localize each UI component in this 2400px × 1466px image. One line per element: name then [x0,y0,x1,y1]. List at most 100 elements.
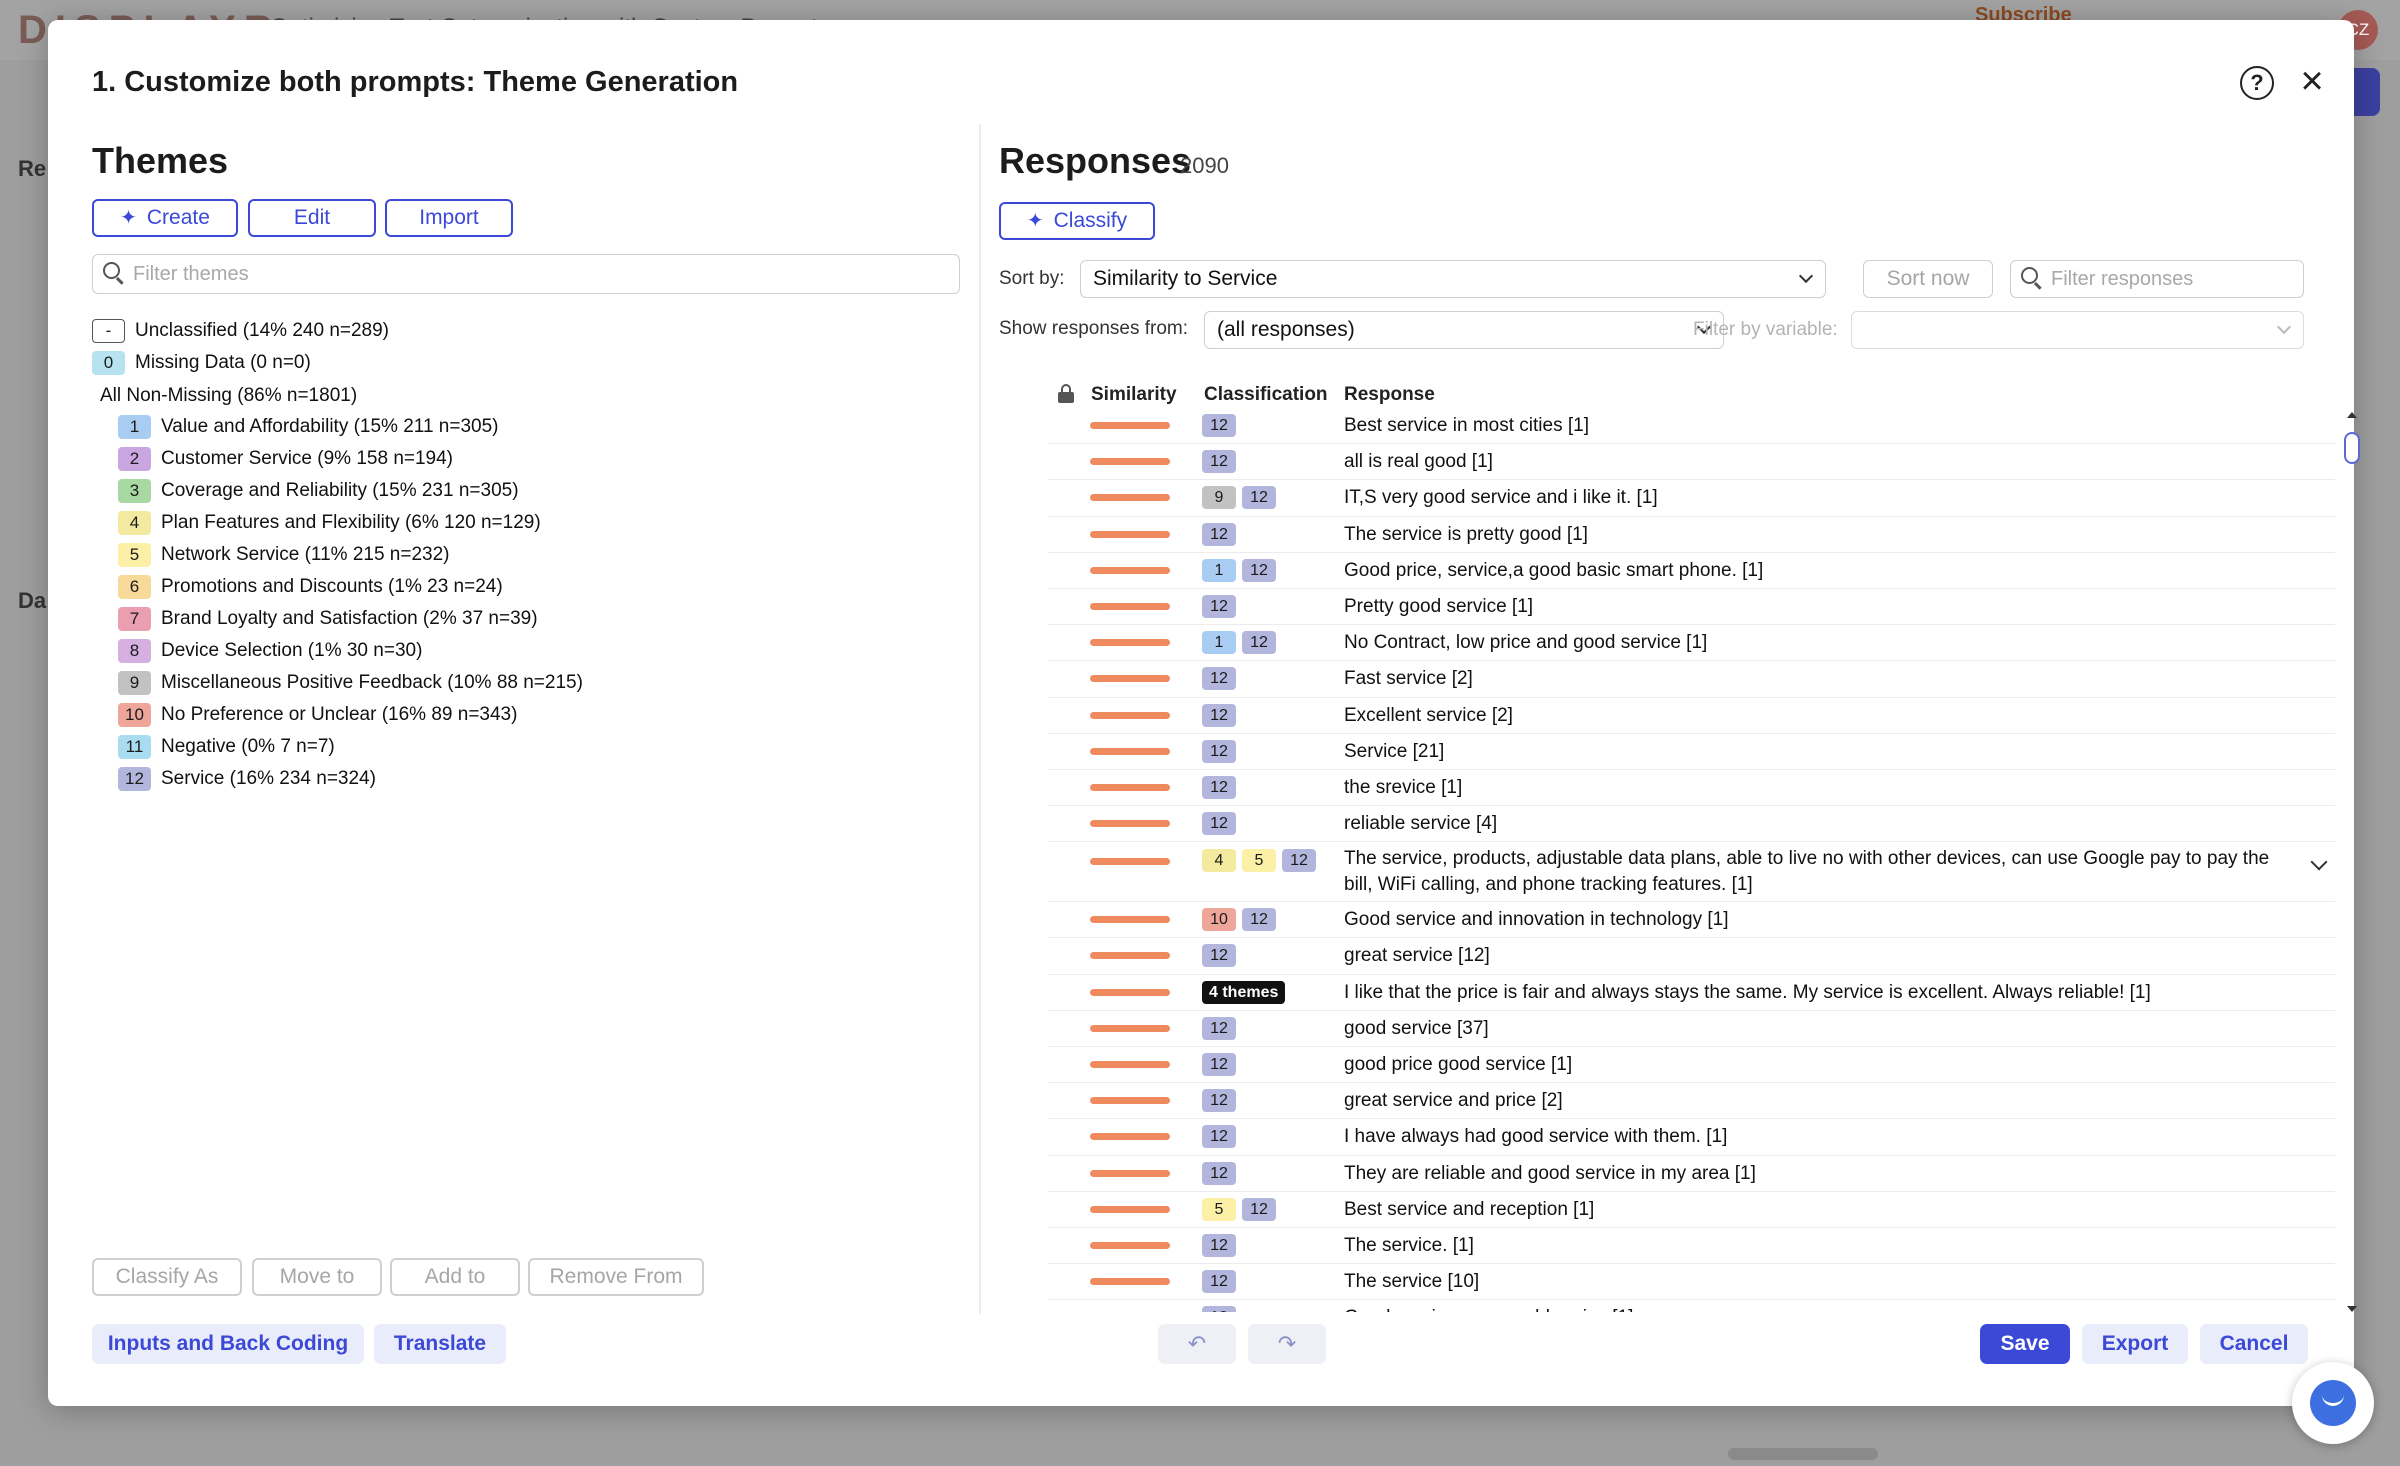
column-similarity[interactable]: Similarity [1091,384,1177,406]
save-button[interactable]: Save [1980,1324,2070,1364]
theme-group-all-non-missing[interactable]: All Non-Missing (86% n=1801) [100,382,357,410]
table-row[interactable]: 12 Pretty good service [1] [1048,589,2335,626]
responses-scrollbar[interactable] [2344,412,2360,1312]
table-row[interactable]: 12 They are reliable and good service in … [1048,1156,2335,1192]
classification-badge[interactable]: 12 [1202,414,1236,437]
table-row[interactable]: 12 the srevice [1] [1048,770,2335,807]
column-response[interactable]: Response [1344,384,1435,406]
table-row[interactable]: 12 good service [37] [1048,1011,2335,1047]
table-row[interactable]: 1 12 No Contract, low price and good servi… [1048,625,2335,662]
classification-badge[interactable]: 12 [1242,486,1276,510]
cancel-button[interactable]: Cancel [2200,1324,2308,1364]
classification-badge[interactable]: 12 [1202,1161,1236,1185]
table-row[interactable]: 12 Best service in most cities [1] [1048,408,2335,445]
table-row[interactable]: 12 great service [12] [1048,938,2335,975]
filter-by-variable-select[interactable] [1851,311,2304,349]
sort-by-select[interactable]: Similarity to Service [1080,260,1826,298]
background-horizontal-scrollbar[interactable] [1728,1448,1878,1460]
classification-badge[interactable]: 12 [1202,1053,1236,1076]
lock-icon[interactable] [1058,384,1074,403]
scroll-up-icon[interactable] [2347,412,2357,418]
table-row[interactable]: 5 12 Best service and reception [1] [1048,1192,2335,1228]
table-row[interactable]: 1 12 Good price, service,a good basic smar… [1048,553,2335,589]
classification-badge[interactable]: 12 [1202,522,1236,546]
classification-badge[interactable]: 12 [1242,558,1276,582]
inputs-back-coding-button[interactable]: Inputs and Back Coding [92,1324,364,1364]
classification-badge[interactable]: 12 [1202,450,1236,474]
table-row[interactable]: 4 themes I like that the price is fair an… [1048,975,2335,1011]
classification-badge[interactable]: 12 [1202,1089,1236,1113]
table-row[interactable]: 12 Fast service [2] [1048,661,2335,698]
theme-item[interactable]: 9 Miscellaneous Positive Feedback (10% 88… [118,669,583,697]
column-classification[interactable]: Classification [1204,384,1328,406]
import-button[interactable]: Import [385,199,513,237]
edit-button[interactable]: Edit [248,199,376,237]
classification-badge[interactable]: 12 [1202,1306,1236,1312]
table-row[interactable]: 12 The service. [1] [1048,1228,2335,1265]
classification-badge[interactable]: 12 [1282,849,1316,873]
classification-badge[interactable]: 4 themes [1202,980,1286,1004]
close-icon[interactable]: × [2294,61,2330,101]
classification-badge[interactable]: 4 [1202,849,1236,873]
table-row[interactable]: 12 all is real good [1] [1048,444,2335,481]
table-row[interactable]: 12 good price good service [1] [1048,1047,2335,1084]
classification-badge[interactable]: 10 [1202,908,1236,932]
table-row[interactable]: 12 The service [10] [1048,1264,2335,1301]
theme-item[interactable]: 2 Customer Service (9% 158 n=194) [118,445,453,473]
classification-badge[interactable]: 12 [1242,631,1276,655]
table-row[interactable]: 12 The service is pretty good [1] [1048,517,2335,553]
classification-badge[interactable]: 5 [1242,849,1276,873]
table-row[interactable]: 9 12 IT,S very good service and i like it.… [1048,480,2335,517]
theme-item[interactable]: 3 Coverage and Reliability (15% 231 n=305… [118,477,519,505]
sort-now-button[interactable]: Sort now [1863,260,1993,298]
classification-badge[interactable]: 12 [1202,1125,1236,1149]
theme-unclassified[interactable]: - Unclassified (14% 240 n=289) [92,317,389,345]
classification-badge[interactable]: 12 [1242,908,1276,932]
classification-badge[interactable]: 12 [1202,594,1236,618]
classification-badge[interactable]: 1 [1202,558,1236,582]
table-row[interactable]: 12 Good service, reasonable price [1] [1048,1300,2335,1312]
classification-badge[interactable]: 12 [1242,1197,1276,1221]
theme-item[interactable]: 11 Negative (0% 7 n=7) [118,733,335,761]
classification-badge[interactable]: 12 [1202,1270,1236,1294]
expand-chevron-icon[interactable] [2310,853,2328,871]
theme-item[interactable]: 7 Brand Loyalty and Satisfaction (2% 37 n… [118,605,538,633]
remove-from-button[interactable]: Remove From [528,1258,704,1296]
undo-icon[interactable]: ↶ [1158,1324,1236,1364]
theme-item[interactable]: 5 Network Service (11% 215 n=232) [118,541,450,569]
table-row[interactable]: 12 Excellent service [2] [1048,698,2335,734]
theme-item[interactable]: 10 No Preference or Unclear (16% 89 n=343… [118,701,517,729]
classification-badge[interactable]: 12 [1202,812,1236,836]
scrollbar-thumb[interactable] [2344,432,2360,464]
theme-item[interactable]: 1 Value and Affordability (15% 211 n=305) [118,413,499,441]
classification-badge[interactable]: 1 [1202,631,1236,655]
theme-item[interactable]: 12 Service (16% 234 n=324) [118,765,376,793]
export-button[interactable]: Export [2082,1324,2188,1364]
add-to-button[interactable]: Add to [390,1258,520,1296]
classification-badge[interactable]: 12 [1202,667,1236,691]
classification-badge[interactable]: 12 [1202,775,1236,799]
filter-themes-input[interactable] [133,255,943,293]
create-button[interactable]: ✦ Create [92,199,238,237]
theme-item[interactable]: 4 Plan Features and Flexibility (6% 120 n… [118,509,541,537]
table-row[interactable]: 12 Service [21] [1048,734,2335,770]
classification-badge[interactable]: 12 [1202,1016,1236,1040]
classification-badge[interactable]: 12 [1202,1233,1236,1257]
translate-button[interactable]: Translate [374,1324,506,1364]
classification-badge[interactable]: 12 [1202,944,1236,968]
classification-badge[interactable]: 9 [1202,486,1236,510]
help-icon[interactable]: ? [2240,66,2274,100]
classification-badge[interactable]: 12 [1202,739,1236,763]
theme-missing-data[interactable]: 0 Missing Data (0 n=0) [92,349,311,377]
table-row[interactable]: 12 I have always had good service with th… [1048,1119,2335,1156]
theme-item[interactable]: 6 Promotions and Discounts (1% 23 n=24) [118,573,503,601]
scroll-down-icon[interactable] [2347,1306,2357,1312]
classification-badge[interactable]: 12 [1202,703,1236,727]
move-to-button[interactable]: Move to [252,1258,382,1296]
filter-responses-input[interactable] [2051,261,2295,297]
table-row[interactable]: 12 great service and price [2] [1048,1083,2335,1120]
classification-badge[interactable]: 5 [1202,1197,1236,1221]
chat-launcher[interactable] [2292,1362,2374,1444]
table-row[interactable]: 12 reliable service [4] [1048,806,2335,843]
classify-button[interactable]: ✦ Classify [999,202,1155,240]
